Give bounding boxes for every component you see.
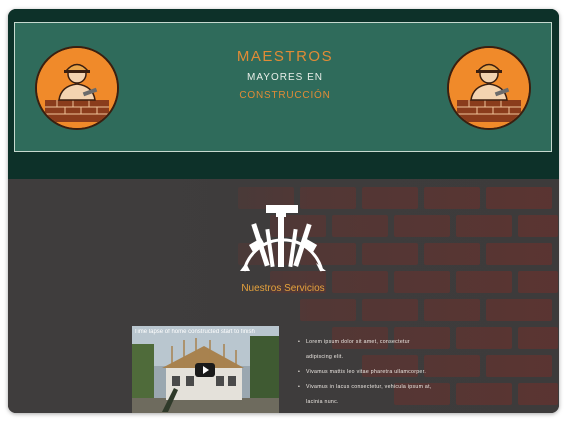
brand-line-3: CONSTRUCCIÓN [239,90,331,101]
video-title[interactable]: Time lapse of home constructed start to … [134,329,259,335]
list-item-text: Vivamus in lacus consectetur, vehicula i… [306,384,432,390]
brand-line-1: MAESTROS [236,48,334,65]
services-heading: Nuestros Servicios [241,283,325,294]
video-player[interactable]: Time lapse of home constructed start to … [132,326,279,413]
header-banner: MAESTROS MAYORES EN CONSTRUCCIÓN [14,22,552,152]
services-list: • Lorem ipsum dolor sit amet, consectetur… [298,335,498,410]
list-item: • Vivamus mattis leo vitae pharetra ullam… [298,369,427,375]
list-item: • Vivamus in lacus consectetur, vehicula … [298,384,432,390]
builder-logo-icon[interactable] [447,46,531,130]
list-item: • Lorem ipsum dolor sit amet, consectetur [298,339,410,345]
list-item-text: adipiscing elit. [306,354,344,360]
brand-line-2: MAYORES EN [247,72,323,83]
site-header: MAESTROS MAYORES EN CONSTRUCCIÓN [8,9,559,179]
list-item: lacinia nunc. [298,395,498,410]
list-item: adipiscing elit. [298,350,498,365]
page-frame: MAESTROS MAYORES EN CONSTRUCCIÓN Nuestro… [8,9,559,413]
tools-emblem-icon [236,201,330,273]
brand-title[interactable]: MAESTROS MAYORES EN CONSTRUCCIÓN [195,48,375,101]
builder-logo-icon[interactable] [35,46,119,130]
list-item-text: Vivamus mattis leo vitae pharetra ullamc… [306,369,427,375]
list-item-text: Lorem ipsum dolor sit amet, consectetur [306,339,410,345]
services-section: Nuestros Servicios Time lapse of home co… [8,179,559,413]
list-item-text: lacinia nunc. [306,399,339,405]
play-button-icon[interactable] [195,363,215,377]
